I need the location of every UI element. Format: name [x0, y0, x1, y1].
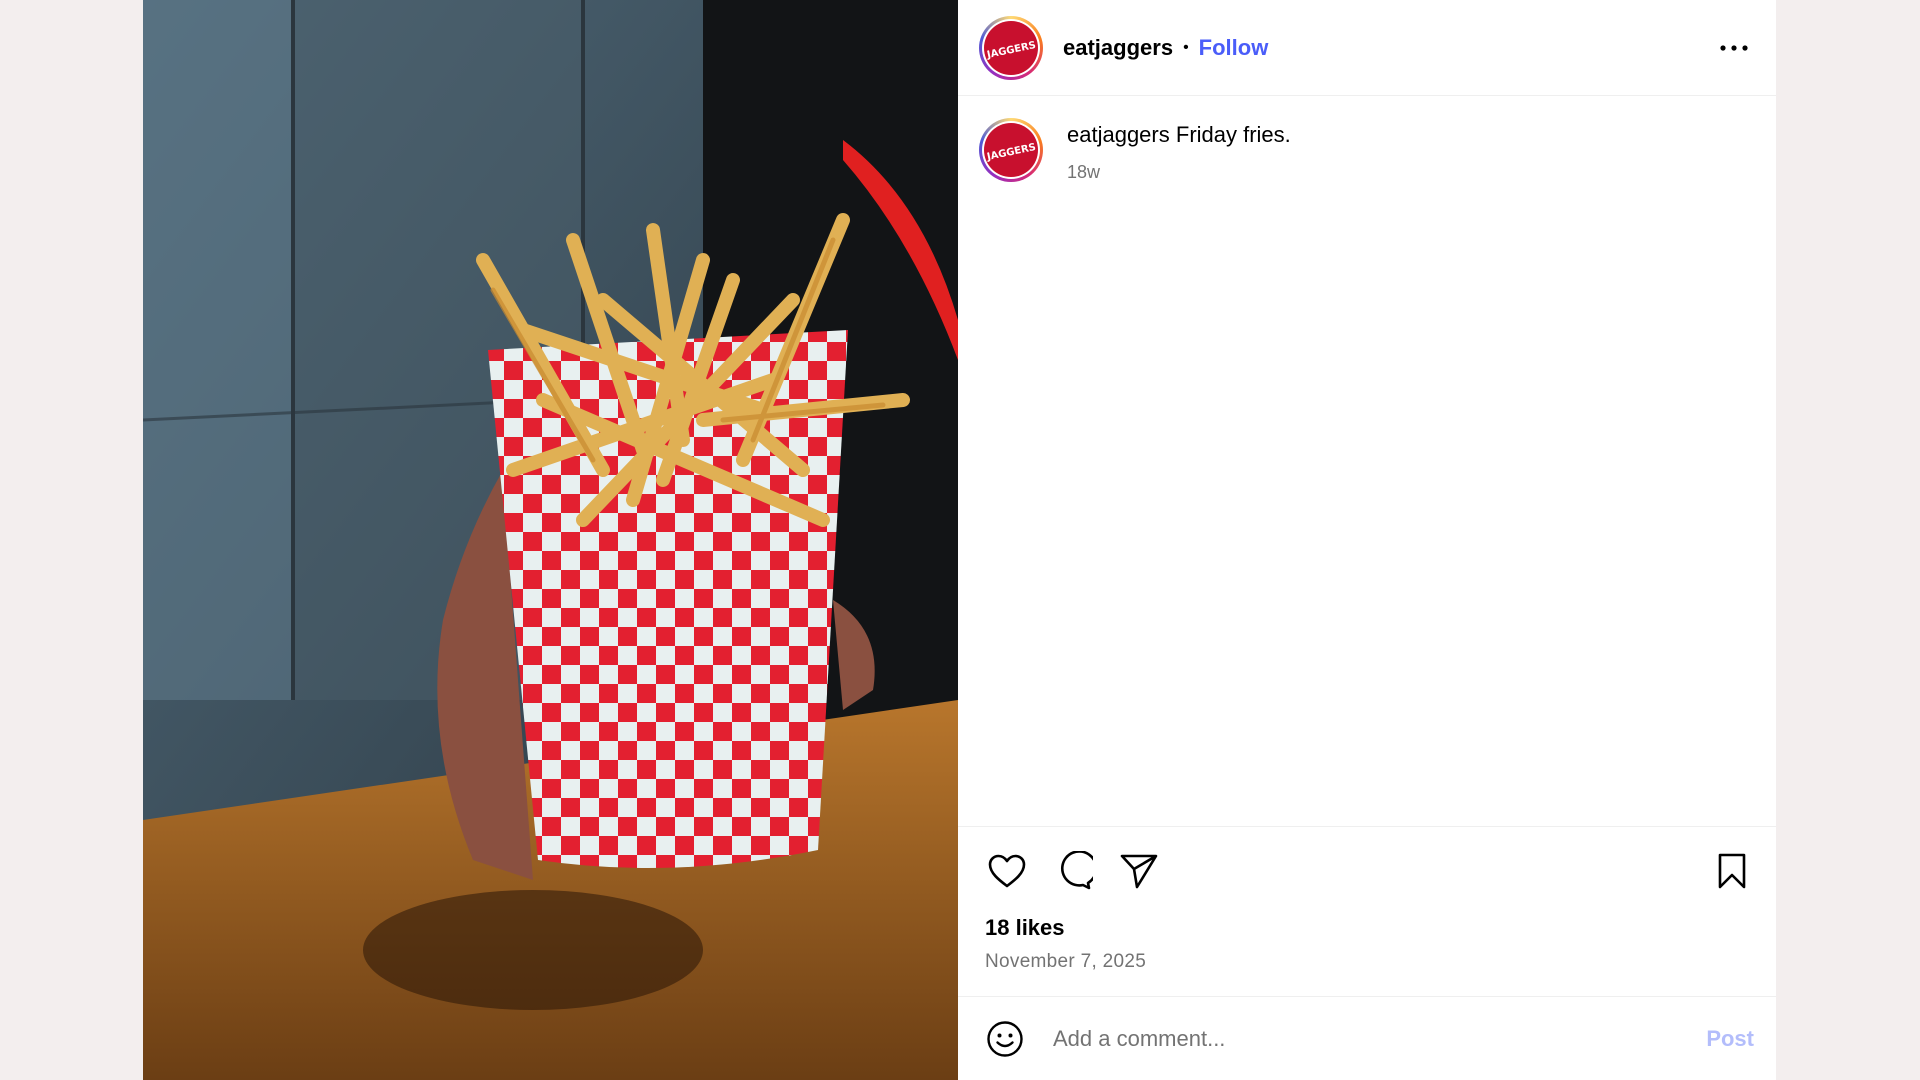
jaggers-logo: JAGGERS	[984, 123, 1038, 177]
likes-count[interactable]: 18 likes	[985, 915, 1754, 941]
comment-input[interactable]	[1051, 1024, 1707, 1053]
caption-avatar[interactable]: JAGGERS	[979, 118, 1043, 182]
comment-bar: Post	[958, 996, 1776, 1080]
emoji-icon[interactable]	[985, 1019, 1025, 1059]
avatar[interactable]: JAGGERS	[979, 15, 1043, 80]
jaggers-logo: JAGGERS	[984, 20, 1038, 75]
post-header: JAGGERS eatjaggers • Follow	[958, 0, 1776, 96]
action-bar: 18 likes November 7, 2025	[958, 826, 1776, 996]
caption: JAGGERS eatjaggers Friday fries. 18w	[979, 118, 1755, 183]
logo-text: JAGGERS	[985, 39, 1037, 60]
username[interactable]: eatjaggers	[1063, 35, 1173, 61]
caption-text: Friday fries.	[1175, 122, 1291, 147]
follow-button[interactable]: Follow	[1199, 35, 1269, 61]
bookmark-icon[interactable]	[1710, 849, 1754, 893]
caption-username[interactable]: eatjaggers	[1067, 122, 1170, 147]
fries-photo	[143, 0, 958, 1080]
logo-graphic: JAGGERS	[985, 142, 1037, 163]
post-sidebar: JAGGERS eatjaggers • Follow JAGGERS eatj…	[958, 0, 1776, 1080]
logo-graphic: JAGGERS	[985, 39, 1037, 60]
logo-text: JAGGERS	[985, 142, 1037, 163]
post-age[interactable]: 18w	[1067, 162, 1291, 183]
post-comment-button[interactable]: Post	[1706, 1026, 1754, 1052]
caption-area: JAGGERS eatjaggers Friday fries. 18w	[958, 96, 1776, 826]
post-date[interactable]: November 7, 2025	[985, 951, 1754, 973]
comment-icon[interactable]	[1051, 849, 1095, 893]
separator-dot: •	[1183, 38, 1189, 56]
more-options-icon[interactable]	[1714, 33, 1754, 63]
share-icon[interactable]	[1117, 849, 1161, 893]
post-modal: JAGGERS eatjaggers • Follow JAGGERS eatj…	[143, 0, 1776, 1080]
heart-icon[interactable]	[985, 849, 1029, 893]
post-image	[143, 0, 958, 1080]
